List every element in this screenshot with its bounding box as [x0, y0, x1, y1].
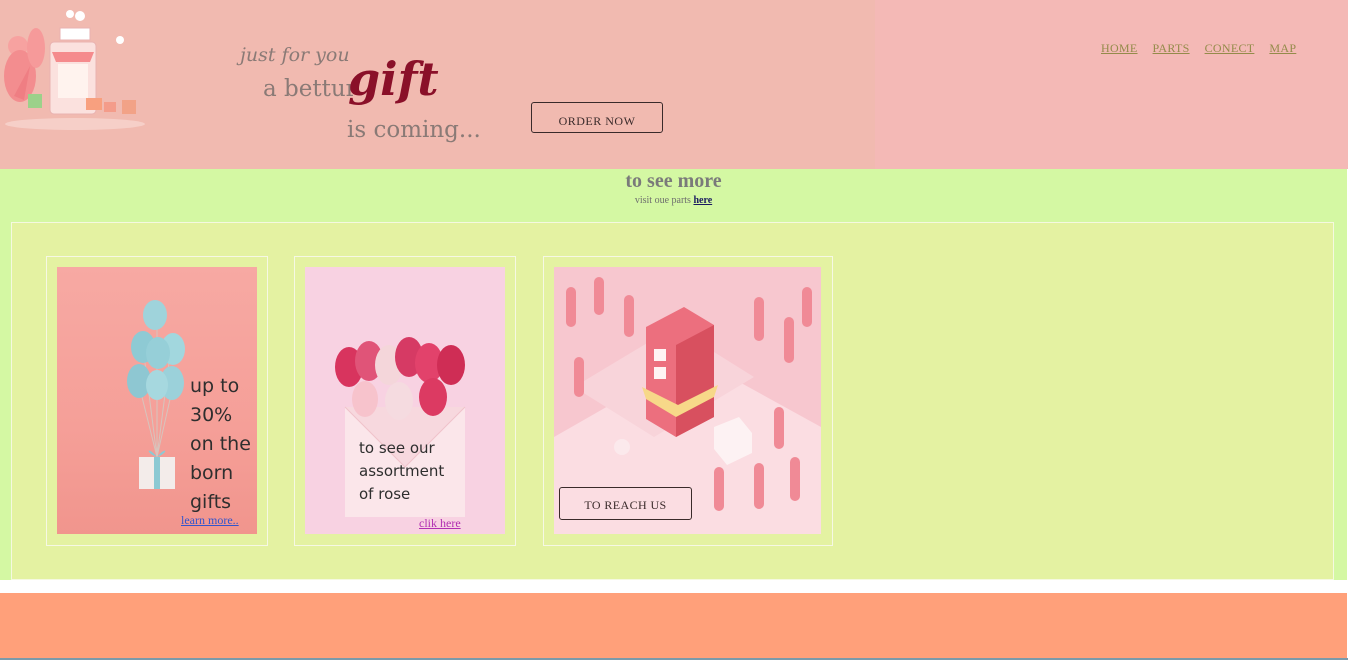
- card-text-line: 30%: [190, 404, 233, 426]
- hero-banner: just for you a bettur gift is coming... …: [0, 0, 875, 169]
- footer-bar: [0, 593, 1347, 658]
- reach-us-button[interactable]: TO REACH US: [559, 487, 692, 520]
- card-text-line: born: [190, 462, 234, 484]
- header: just for you a bettur gift is coming... …: [0, 0, 1348, 169]
- nav-home[interactable]: HOME: [1101, 41, 1138, 56]
- card-born-gifts-text: up to 30% on the born gifts: [190, 372, 260, 517]
- card-text-line: assortment: [359, 462, 445, 480]
- nav-conect[interactable]: CONECT: [1205, 41, 1255, 56]
- see-more-subtitle: visit oue parts here: [0, 195, 1347, 206]
- shop-illustration: [4, 10, 145, 130]
- order-now-button[interactable]: ORDER NOW: [531, 102, 663, 133]
- card-text-line: up to: [190, 375, 240, 397]
- tagline-line2: a bettur: [263, 76, 357, 102]
- tagline-line1: just for you: [240, 44, 350, 66]
- main-nav: HOME PARTS CONECT MAP: [1101, 41, 1296, 56]
- card-text-line: on the: [190, 433, 251, 455]
- here-link[interactable]: here: [693, 195, 712, 206]
- learn-more-link[interactable]: learn more..: [181, 513, 239, 528]
- card-roses-text: to see our assortment of rose: [359, 437, 459, 506]
- nav-map[interactable]: MAP: [1269, 41, 1296, 56]
- clik-here-link[interactable]: clik here: [419, 516, 461, 531]
- card-text-line: of rose: [359, 485, 411, 503]
- see-more-subtitle-text: visit oue parts: [634, 195, 691, 206]
- tagline-line3: is coming...: [347, 117, 481, 143]
- card-text-line: to see our: [359, 439, 435, 457]
- tagline-gift: gift: [348, 52, 439, 106]
- see-more-title: to see more: [625, 170, 722, 192]
- nav-parts[interactable]: PARTS: [1153, 41, 1190, 56]
